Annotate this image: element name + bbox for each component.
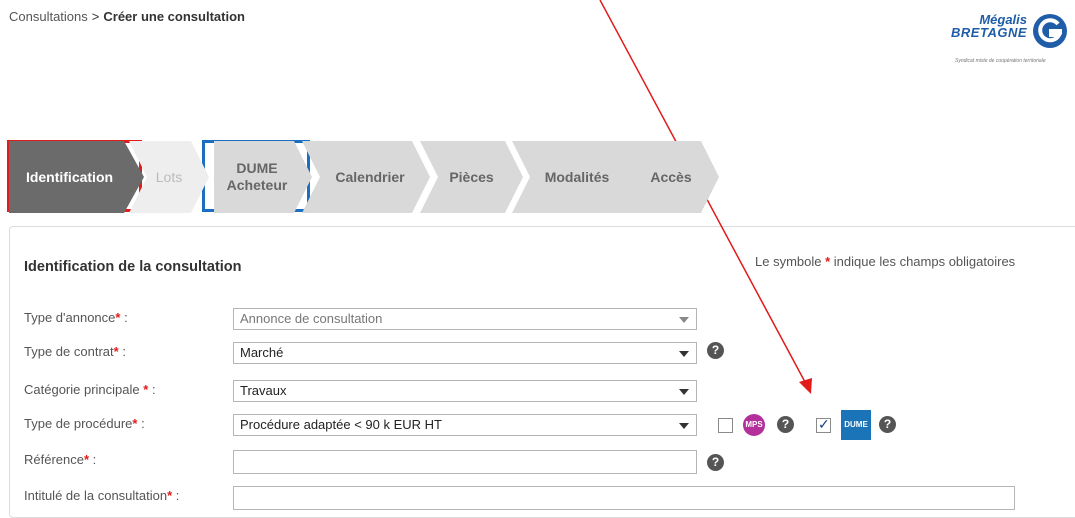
step-calendrier-label: Calendrier [335, 168, 405, 185]
logo-swirl-icon [1033, 14, 1067, 48]
chevron-down-icon [679, 351, 689, 357]
dume-checkbox[interactable]: ✓ [816, 416, 831, 433]
row-type-procedure: Type de procédure* : Procédure adaptée <… [10, 410, 1070, 440]
step-acces[interactable]: Accès [623, 141, 719, 213]
reference-label: Référence* : [24, 452, 97, 467]
chevron-down-icon [679, 389, 689, 395]
step-identification[interactable]: Identification [9, 141, 144, 213]
required-fields-note: Le symbole * indique les champs obligato… [755, 254, 1015, 269]
chevron-down-icon [679, 317, 689, 323]
reference-input[interactable] [233, 450, 697, 474]
required-star: * [825, 254, 831, 269]
dume-help-icon[interactable]: ? [879, 416, 896, 433]
type-procedure-select[interactable]: Procédure adaptée < 90 k EUR HT [233, 414, 697, 436]
type-annonce-label: Type d'annonce* : [24, 310, 128, 325]
panel-title: Identification de la consultation [24, 259, 242, 275]
required-note-suffix: indique les champs obligatoires [833, 254, 1016, 269]
mps-checkbox[interactable] [718, 418, 733, 433]
row-type-annonce: Type d'annonce* : Annonce de consultatio… [10, 308, 1070, 330]
type-annonce-select[interactable]: Annonce de consultation [233, 308, 697, 330]
chevron-down-icon [679, 423, 689, 429]
step-modalites-label: Modalités [544, 168, 610, 185]
row-intitule: Intitulé de la consultation* : [10, 486, 1070, 510]
type-contrat-value: Marché [240, 345, 284, 360]
breadcrumb-separator: > [91, 9, 100, 24]
type-contrat-label: Type de contrat* : [24, 344, 126, 359]
step-navigation: Identification Lots DUME Acheteur Calend… [9, 141, 729, 213]
categorie-select[interactable]: Travaux [233, 380, 697, 402]
step-acces-label: Accès [650, 168, 692, 185]
intitule-input[interactable] [233, 486, 1015, 510]
help-icon[interactable]: ? [707, 342, 724, 359]
type-annonce-value: Annonce de consultation [240, 311, 383, 326]
mps-help-icon[interactable]: ? [777, 416, 794, 433]
reference-help-icon[interactable]: ? [707, 454, 724, 471]
step-lots-label: Lots [155, 168, 183, 185]
row-type-contrat: Type de contrat* : Marché ? [10, 342, 1070, 364]
step-dume-label: DUME Acheteur [226, 160, 288, 193]
type-procedure-value: Procédure adaptée < 90 k EUR HT [240, 417, 442, 432]
categorie-label: Catégorie principale * : [24, 382, 156, 397]
logo-tagline: Syndicat mixte de coopération territoria… [955, 58, 1046, 64]
step-lots: Lots [129, 141, 209, 213]
step-calendrier[interactable]: Calendrier [302, 141, 430, 213]
megalis-logo: Mégalis BRETAGNE Syndicat mixte de coopé… [951, 10, 1075, 70]
mps-badge-icon: MPS [743, 414, 765, 436]
breadcrumb: Consultations > Créer une consultation [9, 9, 245, 24]
row-reference: Référence* : ? [10, 450, 1070, 474]
logo-name-line2: BRETAGNE [951, 25, 1027, 40]
step-pieces[interactable]: Pièces [420, 141, 523, 213]
identification-panel: Identification de la consultation Le sym… [9, 226, 1075, 518]
dume-badge-icon: DUME [841, 410, 871, 440]
required-note-prefix: Le symbole [755, 254, 822, 269]
categorie-value: Travaux [240, 383, 287, 398]
type-contrat-select[interactable]: Marché [233, 342, 697, 364]
row-categorie: Catégorie principale * : Travaux [10, 380, 1070, 402]
step-dume-acheteur[interactable]: DUME Acheteur [202, 141, 312, 213]
step-pieces-label: Pièces [449, 168, 494, 185]
step-identification-label: Identification [25, 168, 114, 185]
breadcrumb-consultations-link[interactable]: Consultations [9, 9, 88, 24]
check-icon: ✓ [818, 416, 830, 432]
breadcrumb-current: Créer une consultation [103, 9, 245, 24]
type-procedure-label: Type de procédure* : [24, 416, 145, 431]
